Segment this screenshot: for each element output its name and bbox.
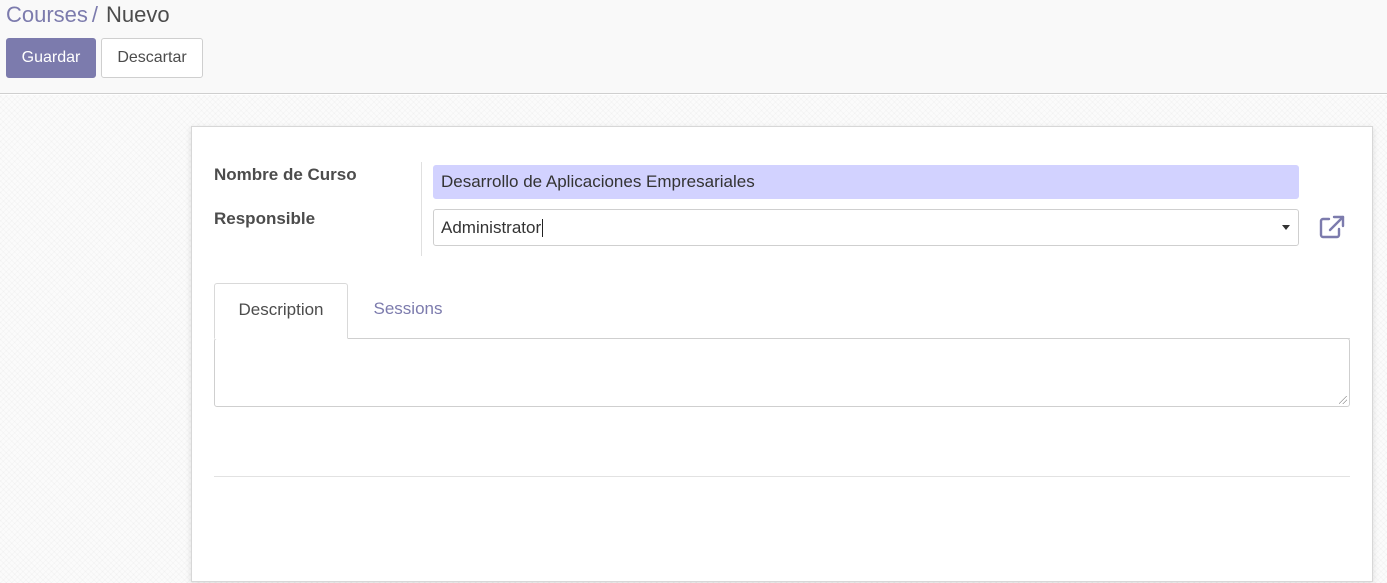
course-name-input[interactable]: Desarrollo de Aplicaciones Empresariales: [433, 165, 1299, 199]
save-button[interactable]: Guardar: [6, 38, 96, 78]
text-cursor: [542, 218, 544, 237]
breadcrumb-current: Nuevo: [106, 2, 170, 27]
caret-down-icon[interactable]: [1282, 225, 1290, 230]
description-textarea[interactable]: [214, 338, 1350, 407]
tab-sessions[interactable]: Sessions: [358, 283, 458, 339]
control-panel: Courses / Nuevo Guardar Descartar: [0, 0, 1387, 94]
responsible-select[interactable]: Administrator: [433, 209, 1299, 246]
course-name-label: Nombre de Curso: [214, 165, 357, 184]
course-name-value: Desarrollo de Aplicaciones Empresariales: [441, 172, 755, 191]
group-divider: [421, 162, 422, 256]
responsible-label: Responsible: [214, 209, 316, 228]
resize-grip-icon[interactable]: [1339, 396, 1347, 404]
form-sheet: Nombre de Curso Responsible Desarrollo d…: [191, 126, 1373, 582]
responsible-value: Administrator: [441, 218, 542, 237]
breadcrumb: Courses / Nuevo: [6, 1, 170, 29]
breadcrumb-link-courses[interactable]: Courses: [6, 2, 88, 27]
external-link-icon[interactable]: [1318, 214, 1346, 240]
breadcrumb-separator: /: [91, 2, 99, 27]
form-view-background: Nombre de Curso Responsible Desarrollo d…: [0, 95, 1387, 583]
tab-description[interactable]: Description: [214, 283, 348, 339]
chatter-divider: [214, 476, 1350, 477]
discard-button[interactable]: Descartar: [101, 38, 203, 78]
